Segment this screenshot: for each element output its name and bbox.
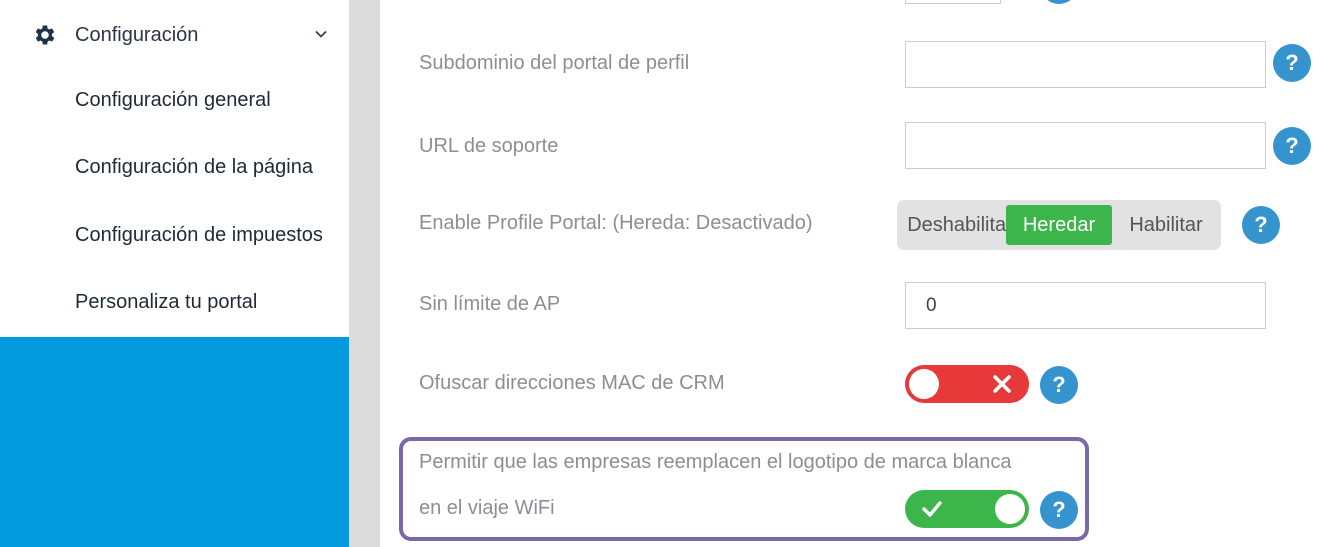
profile-subdomain-input[interactable] [905,41,1266,88]
sidebar-section-label: Configuración [75,23,199,46]
help-icon[interactable]: ? [1242,206,1280,244]
close-icon [993,375,1011,393]
support-url-input[interactable] [905,122,1266,169]
help-icon[interactable]: ? [1040,366,1078,404]
chevron-down-icon [315,30,327,38]
obfuscate-mac-label: Ofuscar direcciones MAC de CRM [419,372,725,394]
enable-profile-portal-label: Enable Profile Portal: (Hereda: Desactiv… [419,212,813,234]
obfuscate-mac-toggle[interactable] [905,365,1029,403]
enable-profile-portal-segmented-control: Deshabilitar Habilitar Heredar [897,200,1221,250]
sidebar-item-configuracion-impuestos[interactable]: Configuración de impuestos [75,224,325,247]
segment-option-deshabilitar[interactable]: Deshabilitar [901,200,1019,250]
sidebar-item-personaliza-portal[interactable]: Personaliza tu portal [75,291,325,314]
segment-option-heredar[interactable]: Heredar [1006,205,1112,245]
sidebar-item-configuracion-pagina[interactable]: Configuración de la página [75,156,325,179]
white-label-logo-toggle[interactable] [905,490,1029,528]
cut-off-input[interactable] [905,0,1001,4]
profile-subdomain-label: Subdominio del portal de perfil [419,52,690,74]
segment-option-habilitar[interactable]: Habilitar [1115,200,1217,250]
check-icon [922,501,942,517]
sidebar: Configuración Configuración general Conf… [0,0,349,547]
sidebar-divider [349,0,380,547]
help-icon[interactable]: ? [1273,44,1311,82]
toggle-knob [995,494,1025,524]
support-url-label: URL de soporte [419,135,559,157]
gear-icon [35,25,55,45]
sidebar-section-configuracion[interactable]: Configuración [32,18,332,52]
sidebar-item-configuracion-general[interactable]: Configuración general [75,89,325,112]
white-label-logo-label-line1: Permitir que las empresas reemplacen el … [419,451,1012,473]
white-label-logo-label-line2: en el viaje WiFi [419,497,555,519]
help-icon[interactable]: ? [1273,127,1311,165]
sidebar-accent-block [0,337,349,547]
help-icon[interactable]: ? [1040,491,1078,529]
unlimited-ap-label: Sin límite de AP [419,293,561,315]
toggle-knob [909,369,939,399]
unlimited-ap-input[interactable]: 0 [905,282,1266,329]
